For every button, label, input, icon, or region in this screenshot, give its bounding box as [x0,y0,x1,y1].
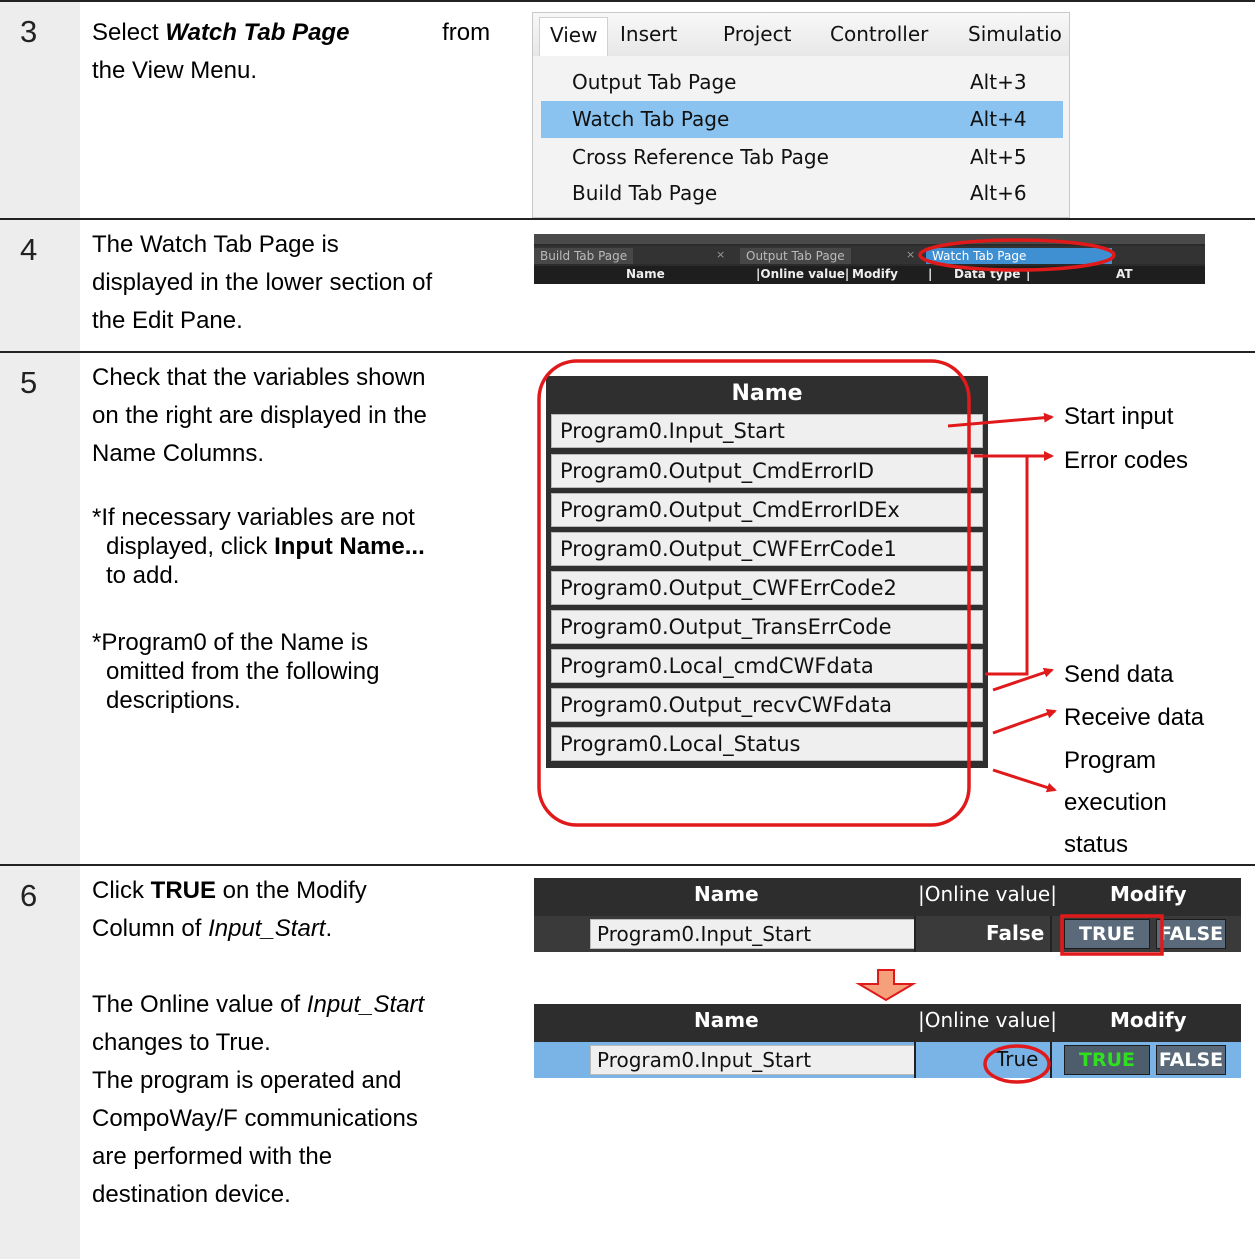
menu-item-shortcut: Alt+5 [970,145,1027,169]
callout-status: status [1064,831,1129,858]
highlight-rect [1060,914,1164,956]
menu-item-reference: Watch Tab Page [165,19,350,46]
menu-insert[interactable]: Insert [620,22,677,46]
callout-send-data: Send data [1064,661,1174,688]
step-3: 3 Select Watch Tab Page from the View Me… [0,0,1255,218]
highlight-rounded-box [537,359,971,827]
step6-overlay [855,914,1164,1084]
callout-start-input: Start input [1064,403,1174,430]
step-6: 6 Click TRUE on the Modify Column of Inp… [0,864,1255,1259]
menu-item-shortcut: Alt+6 [970,181,1027,205]
text: Select [92,19,166,46]
menu-item-watch-tab-page[interactable]: Watch Tab Page Alt+4 [541,101,1063,138]
step-instructions: Select Watch Tab Page from the View Menu… [92,14,512,90]
callout-arrows [947,412,1057,793]
highlight-overlay [918,238,1116,272]
menu-item-build-tab-page[interactable]: Build Tab Page Alt+6 [533,175,1069,212]
menu-project[interactable]: Project [723,22,791,46]
highlight-ellipse [983,1044,1051,1084]
menu-controller[interactable]: Controller [830,22,928,46]
callout-error-codes: Error codes [1064,447,1189,474]
menu-view[interactable]: View [539,17,609,56]
text: are performed with the [92,1143,333,1170]
text: destination device. [92,1181,291,1208]
menu-item-shortcut: Alt+3 [970,70,1027,94]
menu-item-label: Cross Reference Tab Page [572,145,829,169]
step-4: 4 The Watch Tab Page is displayed in the… [0,218,1255,351]
step-5: 5 Check that the variables shown on the … [0,351,1255,864]
menu-item-label: Build Tab Page [572,181,718,205]
callout-program: Program [1064,747,1157,774]
menu-item-cross-reference-tab-page[interactable]: Cross Reference Tab Page Alt+5 [533,139,1069,176]
highlight-ellipse [918,238,1116,272]
step-number: 3 [20,14,38,49]
menu-simulation[interactable]: Simulatio [968,22,1062,46]
callout-execution: execution [1064,789,1167,816]
menu-item-output-tab-page[interactable]: Output Tab Page Alt+3 [533,64,1069,101]
menu-item-shortcut: Alt+4 [970,107,1027,131]
menu-item-label: Output Tab Page [572,70,737,94]
view-menu-screenshot: View Insert Project Controller Simulatio… [532,12,1070,218]
callout-receive-data: Receive data [1064,704,1205,731]
down-arrow-icon [855,969,917,1002]
step-number-column [0,2,80,218]
text: from [435,19,491,46]
menu-bar: View Insert Project Controller Simulatio [533,13,1069,56]
text: the View Menu. [92,57,257,84]
menu-item-label: Watch Tab Page [572,107,730,131]
